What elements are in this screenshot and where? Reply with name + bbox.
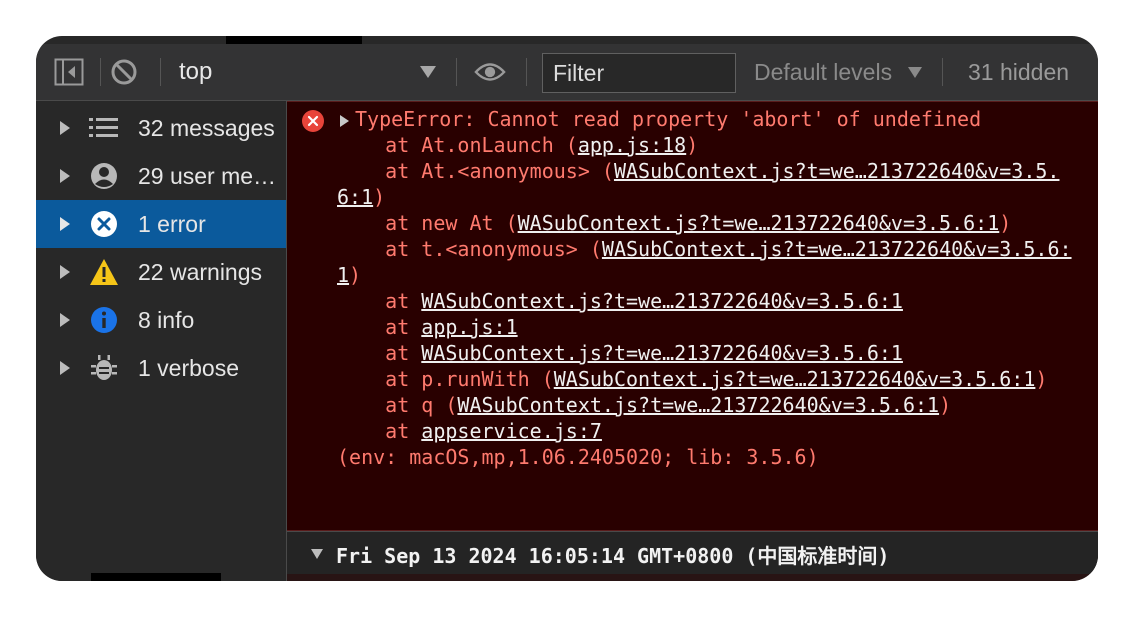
stack-frame: at At.<anonymous> (WASubContext.js?t=we…… xyxy=(337,159,1060,209)
list-icon xyxy=(89,113,119,143)
window-edge-strip xyxy=(91,573,221,581)
source-link[interactable]: appservice.js:7 xyxy=(421,419,602,443)
sidebar-item-info[interactable]: 8 info xyxy=(36,296,286,344)
stack-frame: at WASubContext.js?t=we…213722640&v=3.5.… xyxy=(337,341,903,365)
sidebar-item-label: 29 user me… xyxy=(138,162,277,189)
collapse-arrow-icon[interactable] xyxy=(311,549,323,559)
bug-icon xyxy=(89,353,119,383)
stack-frame: at new At (WASubContext.js?t=we…21372264… xyxy=(337,211,1012,235)
expand-arrow-icon[interactable] xyxy=(60,361,70,375)
stack-frame: at appservice.js:7 xyxy=(337,419,602,443)
chevron-down-icon[interactable] xyxy=(420,66,436,78)
stack-frame: at app.js:1 xyxy=(337,315,518,339)
timestamp-text: Fri Sep 13 2024 16:05:14 GMT+0800 (中国标准时… xyxy=(336,544,890,568)
sidebar-item-label: 1 error xyxy=(138,210,206,237)
env-info: (env: macOS,mp,1.06.2405020; lib: 3.5.6) xyxy=(337,445,819,469)
error-head: TypeError: Cannot read property 'abort' … xyxy=(355,107,982,131)
expand-arrow-icon[interactable] xyxy=(60,169,70,183)
sidebar-item-errors[interactable]: 1 error xyxy=(36,200,286,248)
chevron-down-icon[interactable] xyxy=(908,67,922,78)
sidebar-item-verbose[interactable]: 1 verbose xyxy=(36,344,286,392)
sidebar-item-label: 8 info xyxy=(138,306,195,333)
sidebar-item-label: 1 verbose xyxy=(138,354,240,381)
source-link[interactable]: app.js:18 xyxy=(578,133,686,157)
source-link[interactable]: WASubContext.js?t=we…213722640&v=3.5.6:1 xyxy=(457,393,939,417)
user-icon xyxy=(89,161,119,191)
expand-arrow-icon[interactable] xyxy=(60,217,70,231)
filter-input[interactable] xyxy=(542,53,736,93)
devtools-window: top Default levels 31 hidden 32 messages… xyxy=(36,36,1098,581)
toolbar-divider xyxy=(160,58,161,86)
toolbar-divider xyxy=(942,58,943,86)
sidebar-item-user-messages[interactable]: 29 user me… xyxy=(36,152,286,200)
source-link[interactable]: WASubContext.js?t=we…213722640&v=3.5.6:1 xyxy=(421,289,903,313)
console-sidebar: 32 messages 29 user me… 1 error 22 warni… xyxy=(36,101,287,581)
stack-frame: at At.onLaunch (app.js:18) xyxy=(337,133,699,157)
source-link[interactable]: WASubContext.js?t=we…213722640&v=3.5.6:1 xyxy=(518,211,1000,235)
toolbar-divider xyxy=(100,58,101,86)
sidebar-item-label: 32 messages xyxy=(138,114,275,141)
error-message[interactable]: TypeError: Cannot read property 'abort' … xyxy=(287,101,1098,531)
stack-frame: at q (WASubContext.js?t=we…213722640&v=3… xyxy=(337,393,952,417)
sidebar-item-label: 22 warnings xyxy=(138,258,263,285)
window-edge-strip xyxy=(226,36,362,44)
expand-arrow-icon[interactable] xyxy=(60,265,70,279)
info-icon xyxy=(89,305,119,335)
console-output: TypeError: Cannot read property 'abort' … xyxy=(287,101,1098,581)
console-toolbar: top Default levels 31 hidden xyxy=(36,44,1098,101)
error-icon xyxy=(302,110,324,132)
context-selector[interactable]: top xyxy=(179,58,212,86)
expand-arrow-icon[interactable] xyxy=(60,121,70,135)
stack-frame: at WASubContext.js?t=we…213722640&v=3.5.… xyxy=(337,289,903,313)
log-levels-dropdown[interactable]: Default levels xyxy=(754,58,892,86)
sidebar-toggle-icon[interactable] xyxy=(53,56,85,88)
source-link[interactable]: WASubContext.js?t=we…213722640&v=3.5.6:1 xyxy=(421,341,903,365)
source-link[interactable]: WASubContext.js?t=we…213722640&v=3.5.6:1 xyxy=(554,367,1036,391)
error-stack: TypeError: Cannot read property 'abort' … xyxy=(337,106,1077,470)
timestamp-group[interactable]: Fri Sep 13 2024 16:05:14 GMT+0800 (中国标准时… xyxy=(287,531,1098,574)
expand-arrow-icon[interactable] xyxy=(60,313,70,327)
toolbar-divider xyxy=(456,58,457,86)
sidebar-item-warnings[interactable]: 22 warnings xyxy=(36,248,286,296)
toolbar-divider xyxy=(526,58,527,86)
stack-frame: at t.<anonymous> (WASubContext.js?t=we…2… xyxy=(337,237,1072,287)
source-link[interactable]: app.js:1 xyxy=(421,315,517,339)
clear-console-icon[interactable] xyxy=(108,56,140,88)
hidden-count: 31 hidden xyxy=(968,59,1070,85)
eye-icon[interactable] xyxy=(474,56,506,88)
error-icon xyxy=(89,209,119,239)
stack-frame: at p.runWith (WASubContext.js?t=we…21372… xyxy=(337,367,1048,391)
sidebar-item-messages[interactable]: 32 messages xyxy=(36,104,286,152)
warning-icon xyxy=(89,257,119,287)
